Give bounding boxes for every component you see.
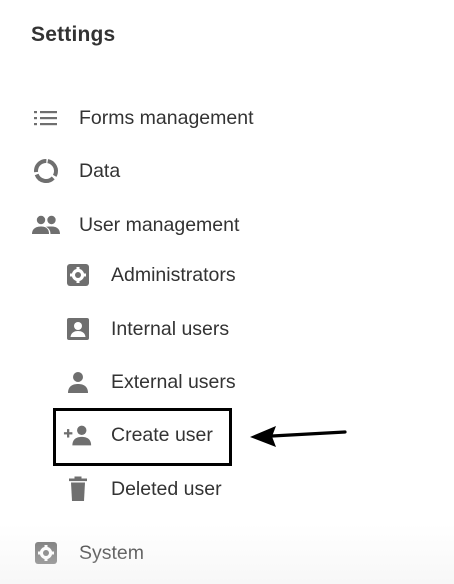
menu-item-forms-management[interactable]: Forms management — [31, 100, 253, 136]
submenu-item-deleted-user[interactable]: Deleted user — [63, 471, 222, 507]
menu-item-label: System — [79, 541, 145, 564]
menu-item-label: Forms management — [79, 106, 254, 129]
submenu-item-internal-users[interactable]: Internal users — [63, 311, 229, 347]
gear-icon — [31, 538, 61, 568]
list-icon — [31, 103, 61, 133]
menu-item-data[interactable]: Data — [31, 153, 120, 189]
donut-icon — [31, 156, 61, 186]
submenu-item-external-users[interactable]: External users — [63, 364, 236, 400]
annotation-arrow — [248, 420, 348, 452]
person-icon — [63, 367, 93, 397]
submenu-item-label: External users — [111, 370, 236, 393]
menu-item-system[interactable]: System — [31, 535, 144, 571]
gear-icon — [63, 260, 93, 290]
menu-item-label: User management — [79, 213, 240, 236]
submenu-item-label: Administrators — [111, 263, 236, 286]
submenu-item-administrators[interactable]: Administrators — [63, 257, 236, 293]
page-title: Settings — [31, 23, 116, 46]
highlight-box — [53, 408, 232, 466]
trash-icon — [63, 474, 93, 504]
settings-panel: Settings Forms management Data User mana… — [0, 0, 454, 584]
account-box-icon — [63, 314, 93, 344]
people-icon — [31, 210, 61, 240]
menu-item-label: Data — [79, 159, 121, 182]
menu-item-user-management[interactable]: User management — [31, 207, 239, 243]
submenu-item-label: Deleted user — [111, 477, 222, 500]
submenu-item-label: Internal users — [111, 317, 230, 340]
